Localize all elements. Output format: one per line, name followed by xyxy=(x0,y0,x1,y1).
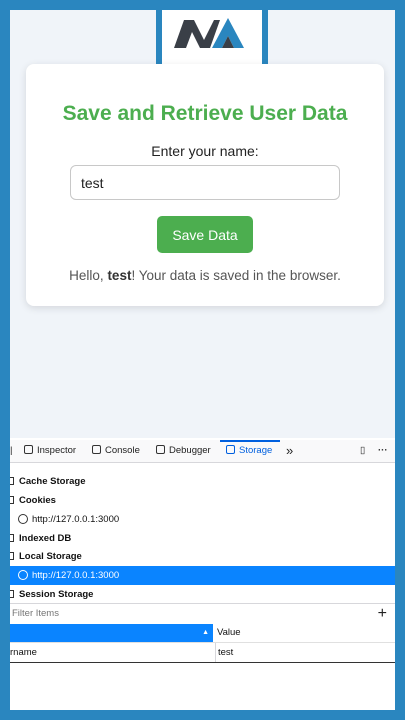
globe-icon xyxy=(18,570,28,580)
database-icon xyxy=(10,534,14,542)
tree-label: Cache Storage xyxy=(19,476,86,487)
tree-session-storage[interactable]: Session Storage xyxy=(10,585,395,604)
tree-local-storage[interactable]: Local Storage xyxy=(10,547,395,566)
column-key-header[interactable]: ▲ xyxy=(10,624,213,642)
tree-label: Local Storage xyxy=(19,551,82,562)
page-title: Save and Retrieve User Data xyxy=(62,102,348,125)
column-value-header[interactable]: Value xyxy=(215,624,241,642)
database-icon xyxy=(10,552,14,560)
database-icon xyxy=(10,496,14,504)
browser-frame: Save and Retrieve User Data Enter your n… xyxy=(10,10,395,710)
tree-local-storage-origin[interactable]: http://127.0.0.1:3000 xyxy=(10,566,395,585)
sort-arrow-icon: ▲ xyxy=(202,629,209,636)
tree-cookies-origin[interactable]: http://127.0.0.1:3000 xyxy=(10,510,395,529)
filter-input[interactable] xyxy=(10,607,314,620)
debugger-icon xyxy=(156,445,165,454)
tab-console-label: Console xyxy=(105,445,140,456)
tab-debugger-label: Debugger xyxy=(169,445,211,456)
greeting-name: test xyxy=(107,268,132,283)
tree-label: Session Storage xyxy=(19,589,94,600)
filter-bar: + xyxy=(10,603,395,625)
tab-storage-label: Storage xyxy=(239,445,273,456)
tree-cookies[interactable]: Cookies xyxy=(10,491,395,510)
name-label: Enter your name: xyxy=(151,143,259,159)
table-row[interactable]: rname test xyxy=(10,642,395,663)
globe-icon xyxy=(18,514,28,524)
logo-icon xyxy=(174,18,244,48)
greeting-message: Hello, test! Your data is saved in the b… xyxy=(26,268,384,283)
inspector-icon xyxy=(24,445,33,454)
tab-inspector-label: Inspector xyxy=(37,445,77,456)
add-item-icon[interactable]: + xyxy=(378,604,387,624)
table-header: ▲ Value xyxy=(10,624,395,642)
tree-label: Indexed DB xyxy=(19,533,72,544)
tree-label: http://127.0.0.1:3000 xyxy=(32,514,120,525)
tree-label: http://127.0.0.1:3000 xyxy=(32,570,120,581)
tree-indexed-db[interactable]: Indexed DB xyxy=(10,529,395,548)
cell-key: rname xyxy=(10,647,37,658)
cell-value: test xyxy=(215,643,233,662)
more-options-icon[interactable]: ··· xyxy=(378,440,388,462)
storage-icon xyxy=(226,445,235,454)
devtools-tabbar: | Inspector Console Debugger Storage » ▯… xyxy=(10,440,395,463)
tab-debugger[interactable]: Debugger xyxy=(156,440,211,462)
name-input[interactable] xyxy=(70,165,340,200)
tree-label: Cookies xyxy=(19,495,56,506)
app-card: Save and Retrieve User Data Enter your n… xyxy=(26,64,384,306)
tab-storage[interactable]: Storage xyxy=(226,440,272,462)
database-icon xyxy=(10,477,14,485)
greeting-prefix: Hello, xyxy=(69,268,104,283)
console-icon xyxy=(92,445,101,454)
database-icon xyxy=(10,590,14,598)
devtools-panel: | Inspector Console Debugger Storage » ▯… xyxy=(10,438,395,710)
devtools-pick-icon[interactable]: | xyxy=(10,440,12,462)
tab-console[interactable]: Console xyxy=(92,440,140,462)
tree-cache-storage[interactable]: Cache Storage xyxy=(10,472,395,491)
more-tabs-icon[interactable]: » xyxy=(286,440,293,462)
responsive-design-icon[interactable]: ▯ xyxy=(360,440,365,462)
save-data-button[interactable]: Save Data xyxy=(157,216,253,253)
greeting-suffix: ! Your data is saved in the browser. xyxy=(131,268,341,283)
tab-inspector[interactable]: Inspector xyxy=(24,440,76,462)
